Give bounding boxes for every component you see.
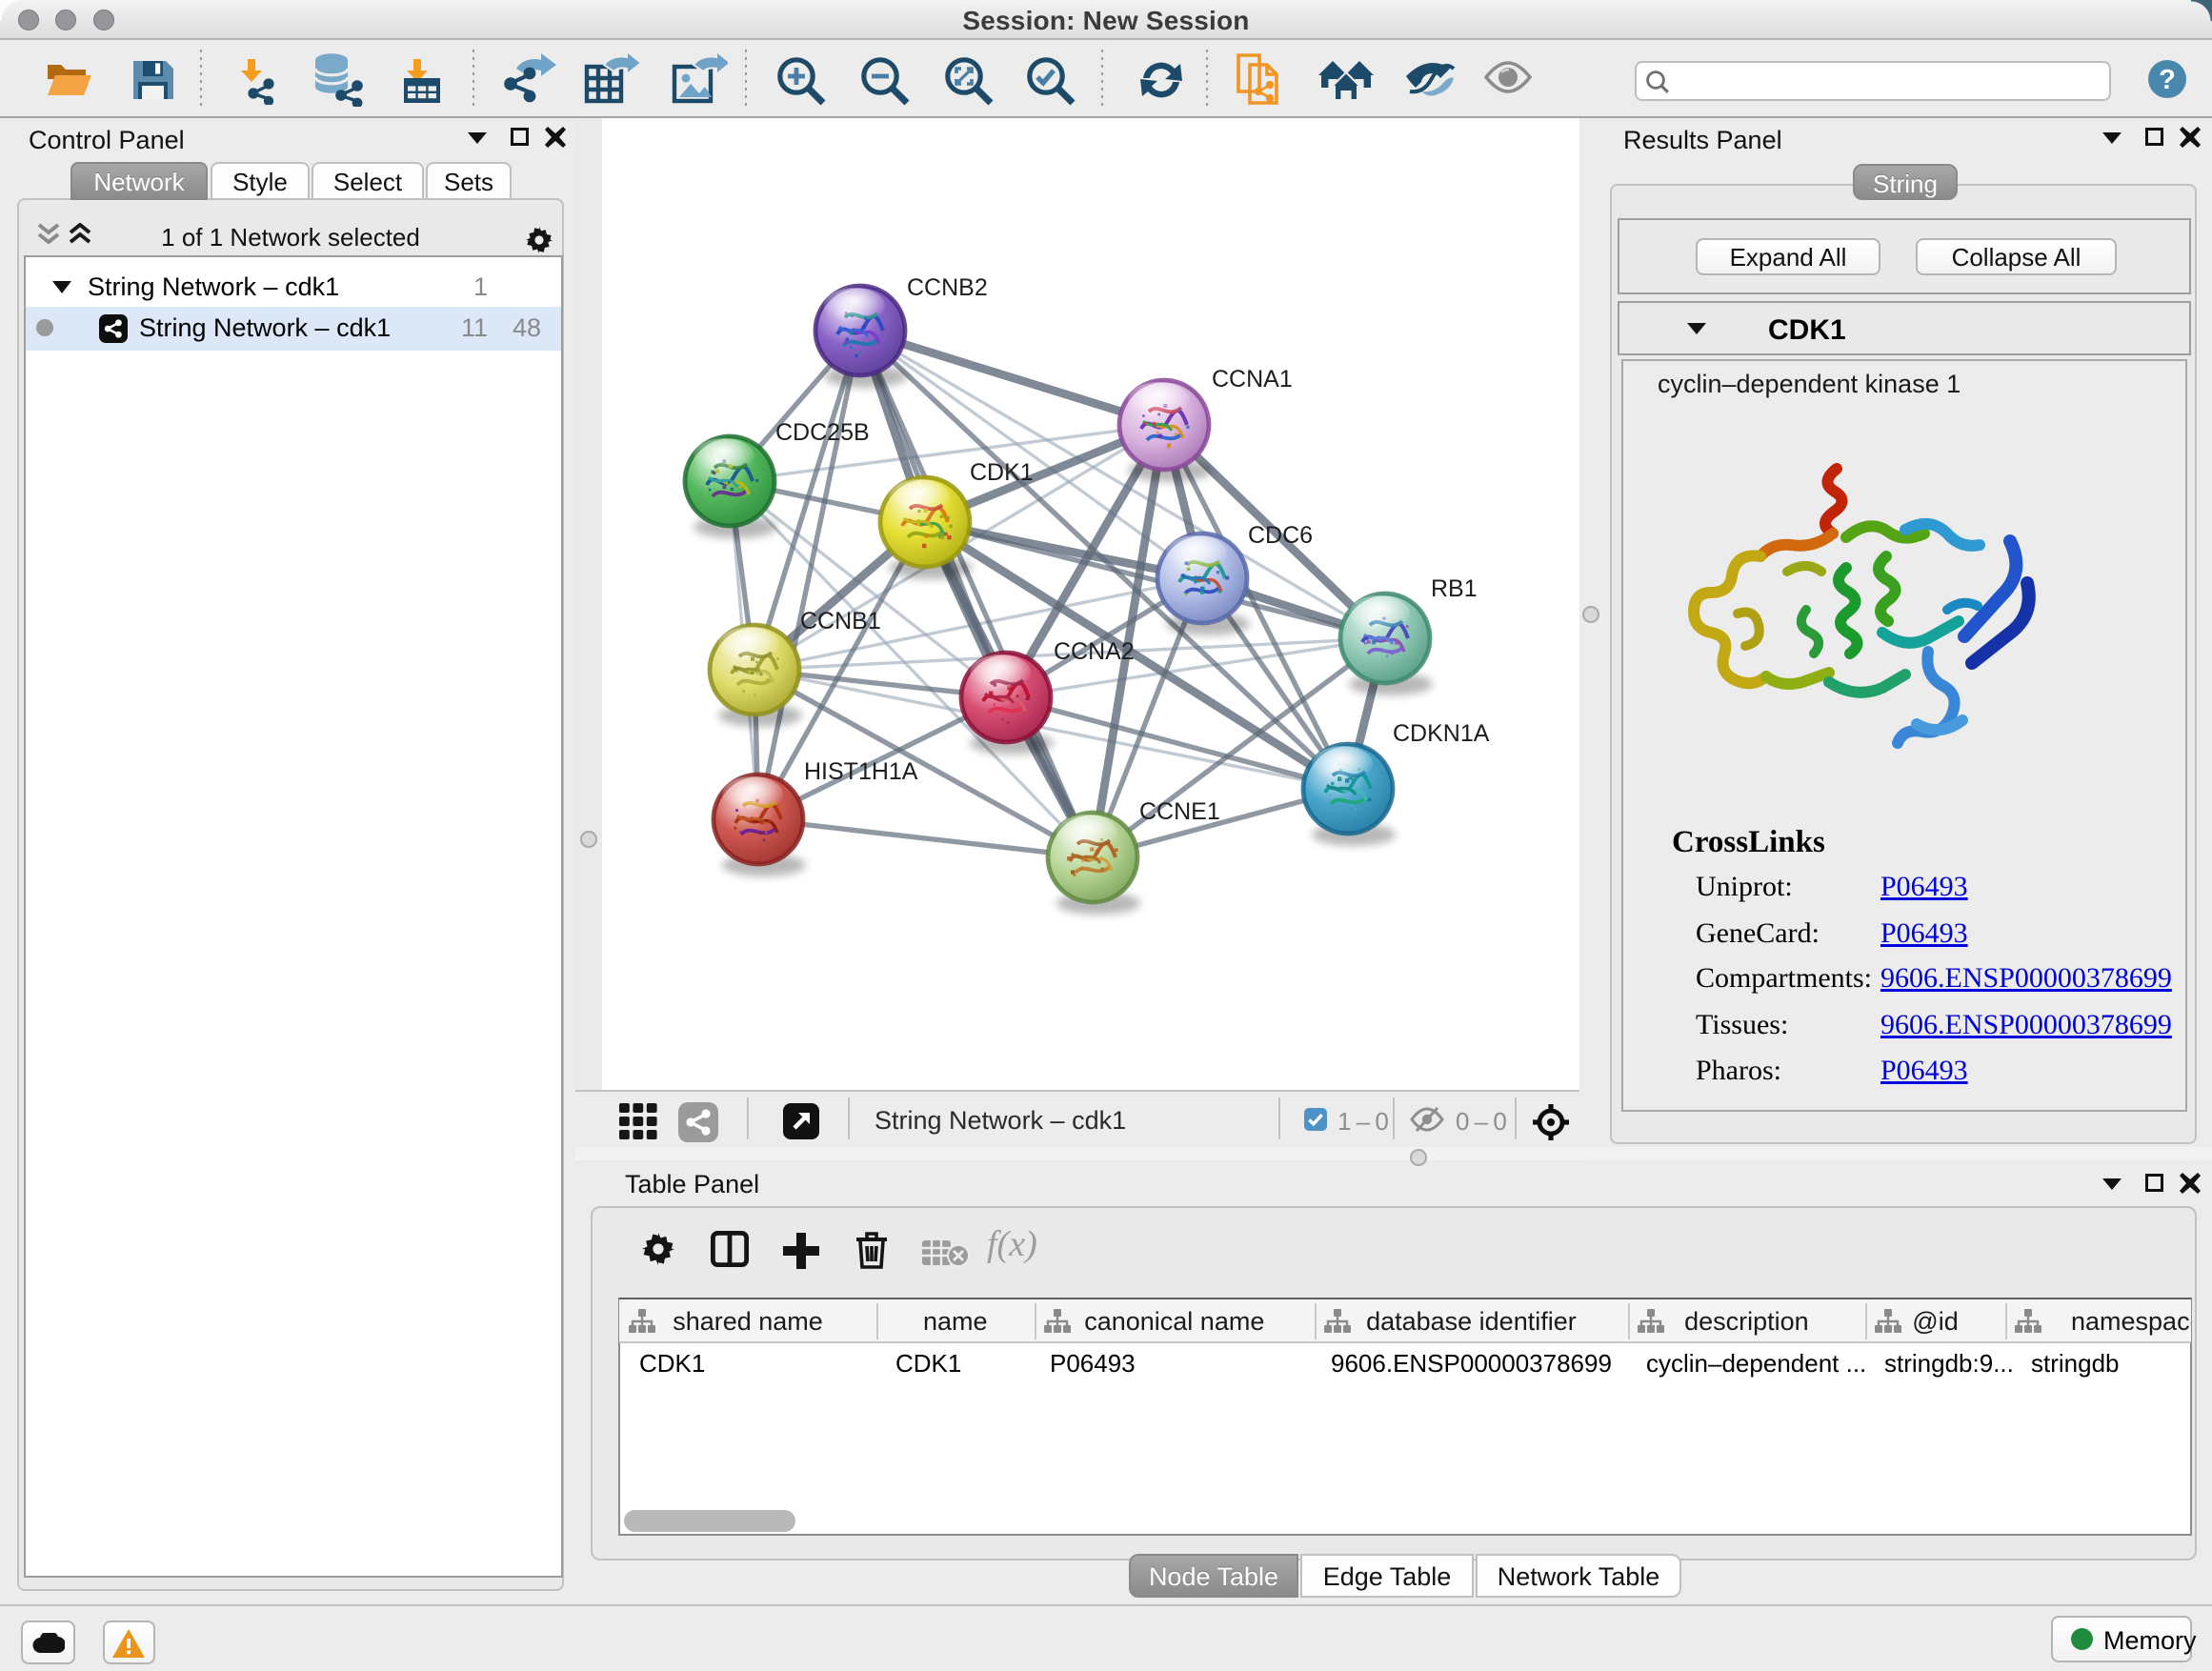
svg-text:CDC6: CDC6 <box>1248 522 1313 549</box>
svg-text:HIST1H1A: HIST1H1A <box>804 758 918 785</box>
svg-text:CDC25B: CDC25B <box>775 419 870 446</box>
svg-text:CDK1: CDK1 <box>970 459 1034 486</box>
svg-text:CCNB1: CCNB1 <box>800 608 881 634</box>
svg-text:?: ? <box>2159 65 2176 95</box>
svg-text:CCNA1: CCNA1 <box>1212 366 1293 393</box>
svg-text:CCNA2: CCNA2 <box>1054 638 1135 665</box>
svg-text:CCNE1: CCNE1 <box>1139 798 1220 825</box>
svg-text:CDKN1A: CDKN1A <box>1393 720 1490 747</box>
svg-text:CCNB2: CCNB2 <box>907 274 988 301</box>
svg-text:RB1: RB1 <box>1431 575 1478 602</box>
